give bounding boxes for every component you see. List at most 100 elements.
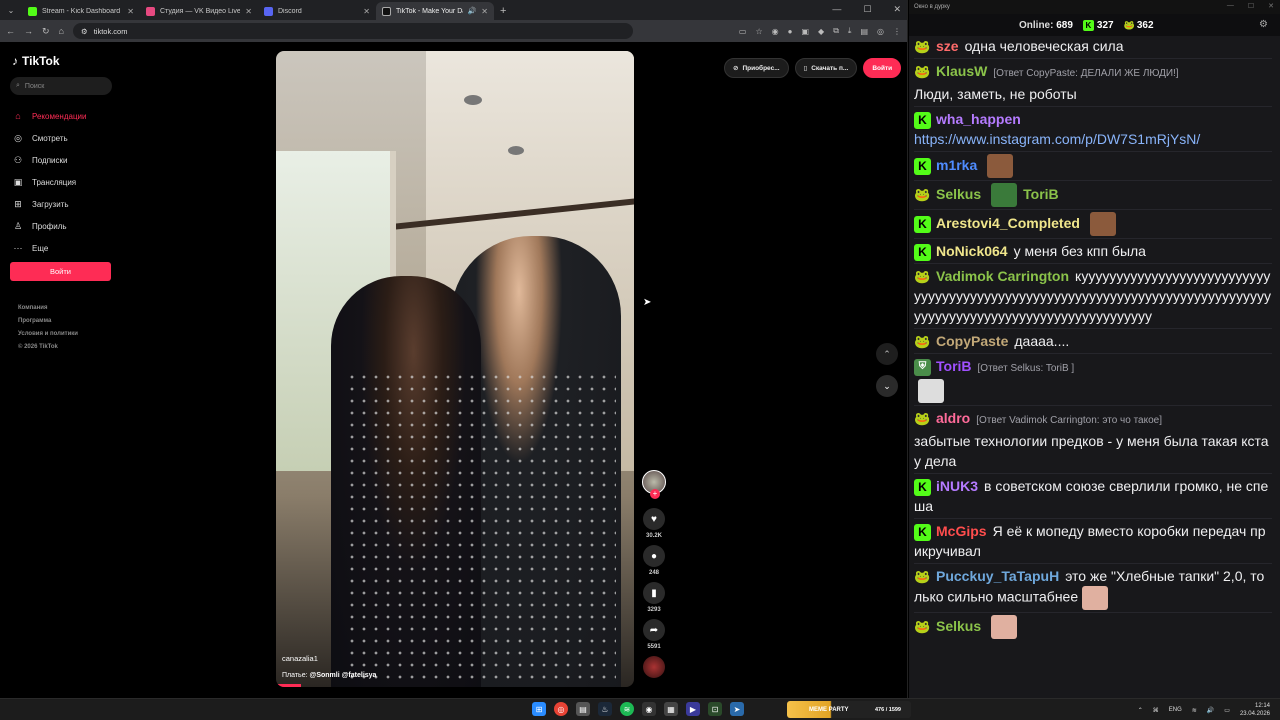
chrome-icon[interactable]: ◎ [554, 702, 568, 716]
search-input[interactable]: ⌕ Поиск [10, 77, 112, 95]
file-explorer-icon[interactable]: ▤ [576, 702, 590, 716]
minimize-icon[interactable]: — [1227, 2, 1234, 10]
reply-reference[interactable]: [Ответ Vadimok Carrington: это чо такое] [976, 415, 1162, 426]
settings-icon[interactable]: ⚙ [1259, 19, 1268, 30]
close-window-icon[interactable]: ✕ [893, 4, 901, 15]
home-icon[interactable]: ⌂ [59, 26, 64, 36]
tiktok-logo[interactable]: ♪ TikTok [12, 54, 60, 68]
tab-tiktok[interactable]: TikTok - Make Your Day 🔊 ✕ [376, 2, 494, 20]
wifi-icon[interactable]: ≋ [1192, 707, 1197, 714]
footer-link-terms[interactable]: Условия и политики [18, 328, 78, 341]
speaker-icon[interactable]: 🔊 [468, 7, 477, 15]
like-button[interactable]: ♥ [643, 508, 665, 530]
download-app-button[interactable]: ▯ Скачать п... [794, 58, 858, 78]
reply-reference[interactable]: [Ответ CopyPaste: ДЕЛАЛИ ЖЕ ЛЮДИ!] [993, 68, 1178, 79]
nav-item-more[interactable]: ··· Еще [12, 237, 112, 259]
chat-username[interactable]: Arestovi4_Completed [936, 215, 1080, 231]
caption-tags[interactable]: @Sonmli @fatelisya [310, 672, 377, 679]
site-info-icon[interactable]: ⚙ [81, 27, 88, 36]
media-player-icon[interactable]: ▶ [686, 702, 700, 716]
chat-username[interactable]: wha_happen [936, 111, 1021, 127]
login-button[interactable]: Войти [10, 262, 111, 281]
nav-item-explore[interactable]: ◎ Смотреть [12, 127, 112, 149]
steam-icon[interactable]: ♨ [598, 702, 612, 716]
close-tab-icon[interactable]: ✕ [245, 7, 252, 16]
obs-icon[interactable]: ◉ [642, 702, 656, 716]
nav-item-upload[interactable]: ⊞ Загрузить [12, 193, 112, 215]
close-tab-icon[interactable]: ✕ [127, 7, 134, 16]
video-player[interactable]: canazalia1 Платье: @Sonmli @fatelisya [276, 51, 634, 687]
clock[interactable]: 12:14 23.04.2026 [1240, 702, 1270, 718]
close-tab-icon[interactable]: ✕ [481, 7, 488, 16]
language-indicator[interactable]: ENG [1169, 707, 1182, 713]
network-icon[interactable]: ⌘ [1153, 707, 1159, 714]
forward-icon[interactable]: → [24, 26, 33, 36]
maximize-icon[interactable]: ☐ [863, 4, 871, 15]
maximize-icon[interactable]: ☐ [1248, 2, 1254, 10]
tab-kick[interactable]: Stream - Kick Dashboard ✕ [22, 2, 140, 20]
close-window-icon[interactable]: ✕ [1268, 2, 1274, 10]
nav-item-profile[interactable]: ♙ Профиль [12, 215, 112, 237]
follow-plus-icon[interactable]: + [650, 489, 660, 499]
video-username[interactable]: canazalia1 [282, 654, 318, 663]
extension-icon[interactable]: ▣ [801, 27, 809, 36]
chat-username[interactable]: Vadimok Carrington [936, 268, 1069, 284]
cast-icon[interactable]: ▭ [739, 27, 747, 36]
footer-link-company[interactable]: Компания [18, 302, 78, 315]
chat-username[interactable]: KlausW [936, 63, 987, 79]
footer-link-program[interactable]: Программа [18, 315, 78, 328]
spotify-icon[interactable]: ≋ [620, 702, 634, 716]
chat-username[interactable]: CopyPaste [936, 333, 1008, 349]
chat-username[interactable]: iNUK3 [936, 478, 978, 494]
chat-username[interactable]: aldro [936, 410, 970, 426]
bookmark-star-icon[interactable]: ☆ [755, 27, 762, 36]
music-disc-icon[interactable] [643, 656, 665, 678]
url-field[interactable]: ⚙ tiktok.com [72, 23, 633, 39]
nav-item-live[interactable]: ▣ Трансляция [12, 171, 112, 193]
chat-username[interactable]: sze [936, 38, 959, 54]
extension-icon[interactable]: ◆ [818, 27, 824, 36]
start-menu-icon[interactable]: ⊞ [532, 702, 546, 716]
menu-icon[interactable]: ⋮ [893, 27, 901, 36]
new-tab-button[interactable]: + [500, 5, 506, 17]
nav-item-following[interactable]: ⚇ Подписки [12, 149, 112, 171]
back-icon[interactable]: ← [6, 26, 15, 36]
chat-link[interactable]: https://www.instagram.com/p/DW7S1mRjYsN/ [914, 131, 1200, 147]
get-coins-button[interactable]: ⊘ Приобрес... [724, 58, 789, 78]
tab-search-icon[interactable]: ⌄ [4, 3, 18, 17]
chat-username[interactable]: ToriB [936, 358, 972, 374]
tray-expand-icon[interactable]: ⌃ [1138, 707, 1143, 714]
volume-icon[interactable]: 🔊 [1207, 707, 1214, 714]
chat-username[interactable]: Selkus [936, 618, 981, 634]
save-button[interactable]: ▮ [643, 582, 665, 604]
chat-username[interactable]: NoNick064 [936, 243, 1008, 259]
download-icon[interactable]: ⤓ [848, 26, 852, 36]
video-progress-bar[interactable] [276, 684, 302, 687]
share-button[interactable]: ➦ [643, 619, 665, 641]
top-login-button[interactable]: Войти [863, 58, 902, 78]
mentioned-user[interactable]: ToriB [1023, 186, 1059, 202]
chat-username[interactable]: Selkus [936, 186, 981, 202]
account-icon[interactable]: ◎ [877, 27, 884, 36]
reply-reference[interactable]: [Ответ Selkus: ToriB ] [978, 363, 1075, 374]
profile-icon[interactable]: ▤ [860, 27, 868, 36]
minimize-icon[interactable]: — [832, 4, 841, 15]
telegram-icon[interactable]: ➤ [730, 702, 744, 716]
tab-discord[interactable]: Discord ✕ [258, 2, 376, 20]
extension-icon[interactable]: ◉ [772, 27, 779, 36]
chat-username[interactable]: Pucckuy_TaTapuH [936, 568, 1059, 584]
nav-item-recommendations[interactable]: ⌂ Рекомендации [12, 105, 112, 127]
next-video-button[interactable]: ⌄ [876, 375, 898, 397]
app-icon[interactable]: ⊡ [708, 702, 722, 716]
battery-icon[interactable]: ▭ [1224, 707, 1230, 714]
extension-icon[interactable]: ● [788, 27, 793, 36]
puzzle-icon[interactable]: ⧉ [833, 26, 839, 36]
chat-username[interactable]: m1rka [936, 157, 977, 173]
app-icon[interactable]: ▦ [664, 702, 678, 716]
close-tab-icon[interactable]: ✕ [363, 7, 370, 16]
prev-video-button[interactable]: ⌃ [876, 343, 898, 365]
comment-button[interactable]: ● [643, 545, 665, 567]
meme-party-widget[interactable]: MEME PARTY 476 / 1599 [787, 701, 911, 718]
reload-icon[interactable]: ↻ [42, 26, 50, 37]
author-avatar[interactable]: + [642, 470, 666, 499]
